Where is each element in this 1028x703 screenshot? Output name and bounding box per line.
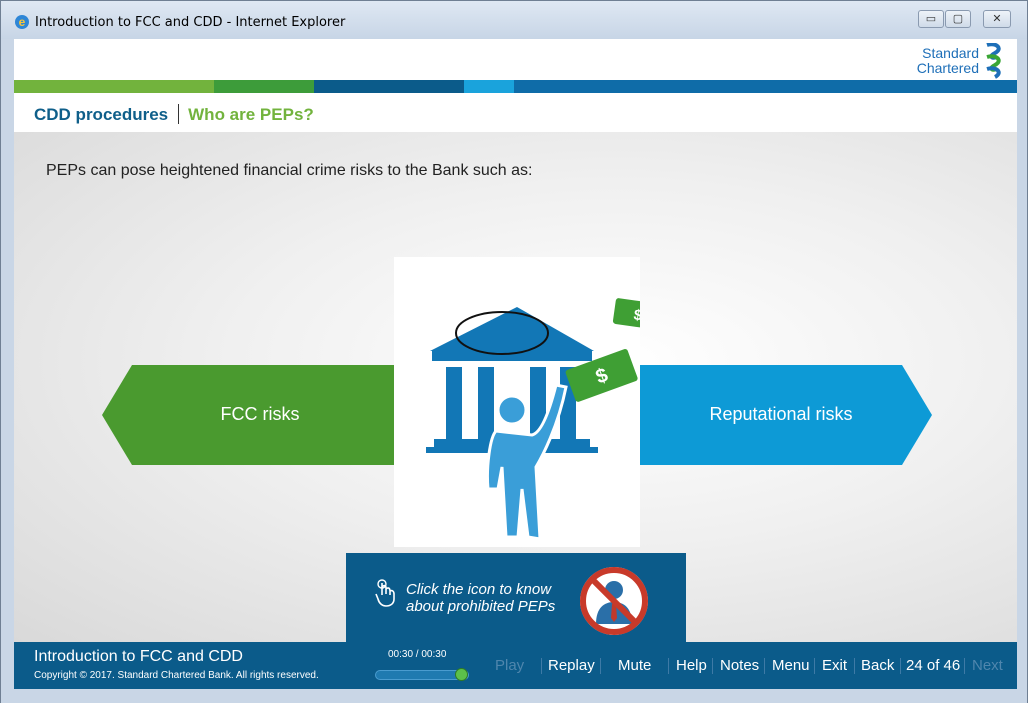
- back-button[interactable]: Back: [861, 657, 894, 674]
- breadcrumb: CDD procedures Who are PEPs?: [34, 104, 314, 125]
- brand-line-1: Standard: [922, 45, 979, 61]
- reputational-risks-label: Reputational risks: [709, 404, 853, 424]
- close-button[interactable]: ✕: [983, 10, 1011, 28]
- nav-divider: [764, 658, 765, 674]
- fcc-risks-arrow: FCC risks: [102, 365, 394, 465]
- internet-explorer-icon: e: [15, 15, 29, 29]
- mute-button[interactable]: Mute: [618, 657, 651, 674]
- bank-with-person-holding-cash-icon: $ $: [426, 298, 640, 541]
- fcc-risks-label: FCC risks: [220, 404, 300, 424]
- pointing-hand-icon: [375, 579, 395, 607]
- play-button[interactable]: Play: [495, 657, 524, 674]
- copyright-text: Copyright © 2017. Standard Chartered Ban…: [34, 670, 319, 681]
- course-title: Introduction to FCC and CDD: [34, 648, 243, 665]
- minimize-button[interactable]: ▭: [918, 10, 944, 28]
- nav-divider: [814, 658, 815, 674]
- prompt-line-1: Click the icon to know: [406, 581, 552, 598]
- maximize-button[interactable]: ▢: [945, 10, 971, 28]
- browser-window: e Introduction to FCC and CDD - Internet…: [0, 0, 1028, 703]
- replay-button[interactable]: Replay: [548, 657, 595, 674]
- player-footer: Introduction to FCC and CDD Copyright © …: [14, 642, 1017, 689]
- window-title: Introduction to FCC and CDD - Internet E…: [35, 15, 346, 30]
- breadcrumb-topic: Who are PEPs?: [188, 105, 314, 124]
- course-viewport: Standard Chartered CDD procedures Who are…: [14, 39, 1017, 689]
- help-button[interactable]: Help: [676, 657, 707, 674]
- breadcrumb-section: CDD procedures: [34, 105, 169, 124]
- page-counter: 24 of 46: [906, 657, 961, 674]
- brand-line-2: Chartered: [916, 60, 979, 76]
- brand-color-stripes: [14, 80, 1017, 93]
- breadcrumb-divider: [178, 104, 180, 124]
- svg-text:$: $: [633, 306, 640, 324]
- notes-button[interactable]: Notes: [720, 657, 759, 674]
- exit-button[interactable]: Exit: [822, 657, 847, 674]
- nav-divider: [541, 658, 542, 674]
- title-bar: e Introduction to FCC and CDD - Internet…: [1, 1, 1027, 39]
- prompt-line-2: about prohibited PEPs: [406, 598, 556, 615]
- slide-stage: PEPs can pose heightened financial crime…: [14, 132, 1017, 643]
- reputational-risks-arrow: Reputational risks: [640, 365, 932, 465]
- brand-logo-text: Standard Chartered: [917, 46, 979, 76]
- center-illustration-card: $ $: [394, 257, 640, 547]
- slide-intro-text: PEPs can pose heightened financial crime…: [46, 162, 533, 179]
- nav-divider: [900, 658, 901, 674]
- playback-time: 00:30 / 00:30: [388, 649, 447, 660]
- next-button[interactable]: Next: [972, 657, 1003, 674]
- prompt-text: Click the icon to know about prohibited …: [406, 581, 555, 615]
- prohibited-person-icon[interactable]: [576, 564, 652, 638]
- progress-slider-handle[interactable]: [455, 668, 468, 681]
- menu-button[interactable]: Menu: [772, 657, 810, 674]
- nav-divider: [600, 658, 601, 674]
- prohibited-peps-prompt: Click the icon to know about prohibited …: [346, 553, 686, 643]
- nav-divider: [712, 658, 713, 674]
- nav-divider: [964, 658, 965, 674]
- window-bottom-border: [1, 689, 1027, 703]
- nav-divider: [668, 658, 669, 674]
- standard-chartered-logo-icon: [986, 43, 1001, 79]
- nav-divider: [854, 658, 855, 674]
